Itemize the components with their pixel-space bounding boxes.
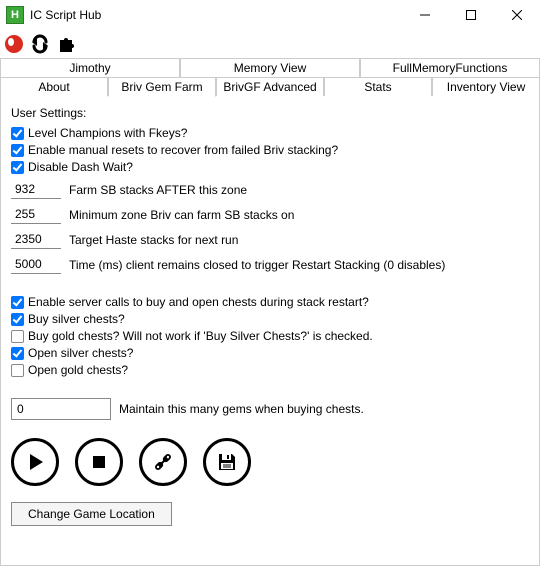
check-open-gold[interactable]: Open gold chests?	[11, 363, 529, 377]
window-title: IC Script Hub	[30, 8, 402, 22]
tab-full-memory-functions[interactable]: FullMemoryFunctions	[360, 58, 540, 78]
checkbox-icon[interactable]	[11, 313, 24, 326]
check-server-calls[interactable]: Enable server calls to buy and open ches…	[11, 295, 529, 309]
link-button[interactable]	[139, 438, 187, 486]
check-level-champions[interactable]: Level Champions with Fkeys?	[11, 126, 529, 140]
save-button[interactable]	[203, 438, 251, 486]
tab-brivgf-advanced[interactable]: BrivGF Advanced	[216, 77, 324, 97]
close-button[interactable]	[494, 0, 540, 30]
checkbox-icon[interactable]	[11, 127, 24, 140]
tab-inventory-view[interactable]: Inventory View	[432, 77, 540, 97]
user-settings-header: User Settings:	[11, 106, 529, 120]
checkbox-icon[interactable]	[11, 330, 24, 343]
check-open-silver[interactable]: Open silver chests?	[11, 346, 529, 360]
check-label: Level Champions with Fkeys?	[28, 126, 187, 140]
record-icon[interactable]	[2, 32, 26, 56]
input-label: Maintain this many gems when buying ches…	[119, 402, 364, 416]
control-buttons	[11, 438, 529, 486]
input-label: Minimum zone Briv can farm SB stacks on	[69, 208, 294, 222]
check-manual-resets[interactable]: Enable manual resets to recover from fai…	[11, 143, 529, 157]
check-label: Open gold chests?	[28, 363, 128, 377]
play-button[interactable]	[11, 438, 59, 486]
input-farm-sb-after: Farm SB stacks AFTER this zone	[11, 180, 529, 199]
titlebar: H IC Script Hub	[0, 0, 540, 30]
checkbox-icon[interactable]	[11, 161, 24, 174]
input-label: Farm SB stacks AFTER this zone	[69, 183, 247, 197]
tab-about[interactable]: About	[0, 77, 108, 97]
minimize-button[interactable]	[402, 0, 448, 30]
check-label: Enable server calls to buy and open ches…	[28, 295, 369, 309]
target-haste-input[interactable]	[11, 230, 61, 249]
puzzle-icon[interactable]	[54, 32, 78, 56]
min-zone-input[interactable]	[11, 205, 61, 224]
tab-briv-gem-farm[interactable]: Briv Gem Farm	[108, 77, 216, 97]
maximize-button[interactable]	[448, 0, 494, 30]
tab-stats[interactable]: Stats	[324, 77, 432, 97]
stop-icon	[89, 452, 109, 472]
save-icon	[216, 451, 238, 473]
link-icon	[151, 450, 175, 474]
stop-button[interactable]	[75, 438, 123, 486]
app-icon: H	[6, 6, 24, 24]
checkbox-icon[interactable]	[11, 296, 24, 309]
check-label: Buy silver chests?	[28, 312, 125, 326]
tab-memory-view[interactable]: Memory View	[180, 58, 360, 78]
tab-jimothy[interactable]: Jimothy	[0, 58, 180, 78]
check-label: Open silver chests?	[28, 346, 133, 360]
input-min-zone: Minimum zone Briv can farm SB stacks on	[11, 205, 529, 224]
tab-content: User Settings: Level Champions with Fkey…	[0, 96, 540, 566]
checkbox-icon[interactable]	[11, 144, 24, 157]
check-buy-silver[interactable]: Buy silver chests?	[11, 312, 529, 326]
input-label: Time (ms) client remains closed to trigg…	[69, 258, 445, 272]
change-game-location-button[interactable]: Change Game Location	[11, 502, 172, 526]
input-restart-ms: Time (ms) client remains closed to trigg…	[11, 255, 529, 274]
tabs: Jimothy Memory View FullMemoryFunctions …	[0, 58, 540, 96]
checkbox-icon[interactable]	[11, 347, 24, 360]
play-icon	[25, 452, 45, 472]
input-label: Target Haste stacks for next run	[69, 233, 238, 247]
refresh-icon[interactable]	[28, 32, 52, 56]
check-label: Buy gold chests? Will not work if 'Buy S…	[28, 329, 373, 343]
check-buy-gold[interactable]: Buy gold chests? Will not work if 'Buy S…	[11, 329, 529, 343]
maintain-gems-input[interactable]	[11, 398, 111, 420]
toolbar	[0, 30, 540, 58]
checkbox-icon[interactable]	[11, 364, 24, 377]
input-maintain-gems: Maintain this many gems when buying ches…	[11, 398, 529, 420]
input-target-haste: Target Haste stacks for next run	[11, 230, 529, 249]
app-icon-letter: H	[11, 9, 19, 21]
check-label: Enable manual resets to recover from fai…	[28, 143, 338, 157]
check-disable-dash-wait[interactable]: Disable Dash Wait?	[11, 160, 529, 174]
check-label: Disable Dash Wait?	[28, 160, 133, 174]
restart-ms-input[interactable]	[11, 255, 61, 274]
farm-sb-after-input[interactable]	[11, 180, 61, 199]
